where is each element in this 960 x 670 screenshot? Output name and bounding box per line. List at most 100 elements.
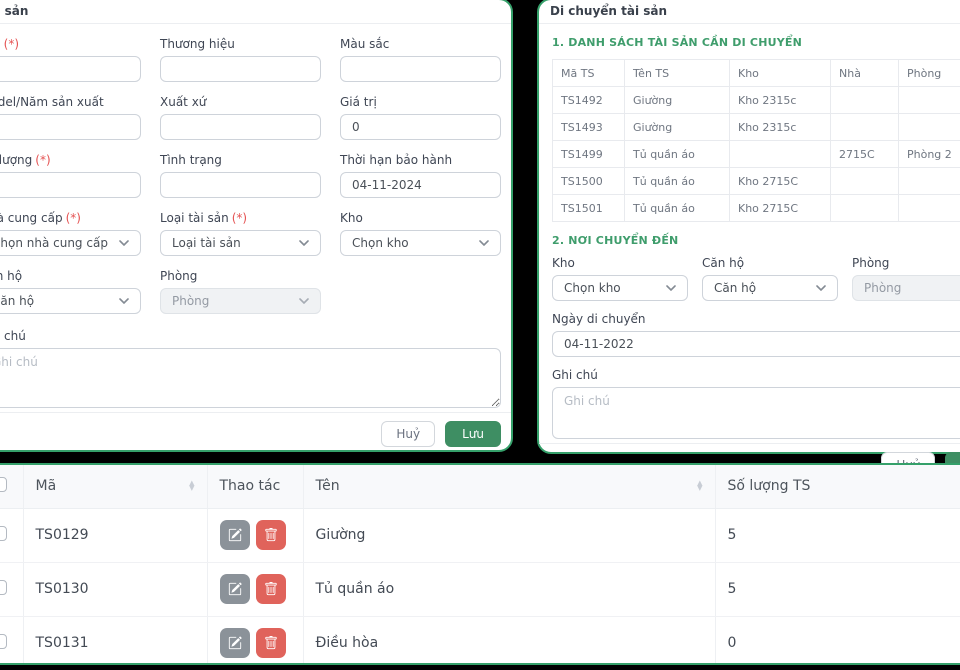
cell-room (898, 194, 960, 222)
table-row: TS1493 Giường Kho 2315c (552, 113, 960, 141)
table-row: TS1501 Tủ quần áo Kho 2715C (552, 194, 960, 222)
cell-building (830, 113, 899, 141)
brand-field: Thương hiệu (160, 24, 321, 82)
col-ma-ts: Mã TS (552, 59, 625, 87)
cell-name: Tủ quần áo (624, 167, 730, 195)
required-mark: (*) (65, 211, 81, 225)
col-name-label: Tên (315, 478, 340, 495)
section2-title: 2. NƠI CHUYỂN ĐẾN (552, 234, 679, 247)
supplier-select[interactable]: Chọn nhà cung cấp (0, 230, 141, 256)
apartment-field: Căn hộ Căn hộ (0, 256, 141, 314)
warehouse-field: Kho Chọn kho (340, 198, 501, 256)
row-checkbox[interactable] (0, 525, 7, 541)
cancel-button[interactable]: Huỷ (381, 421, 436, 447)
model-field: Model/Năm sản xuất (0, 82, 141, 140)
pencil-square-icon (228, 582, 242, 596)
table-row: TS1499 Tủ quần áo 2715C Phòng 2 (552, 140, 960, 168)
move-date-label: Ngày di chuyển (552, 312, 646, 326)
asset-modal-footer: Huỷ Lưu (0, 412, 511, 455)
table-header-row: Mã TS Tên TS Kho Nhà Phòng (552, 59, 960, 87)
name-label: Tên (0, 37, 1, 51)
asset-type-select-value: Loại tài sản (172, 236, 241, 250)
edit-button[interactable] (219, 628, 250, 658)
table-row: TS0130 Tủ quần áo 5 (0, 562, 960, 617)
color-field: Màu sắc (340, 24, 501, 82)
dest-apartment-field: Căn hộ Căn hộ (702, 247, 838, 301)
asset-code-link[interactable]: TS0129 (23, 508, 208, 563)
warehouse-select[interactable]: Chọn kho (340, 230, 501, 256)
row-checkbox[interactable] (0, 579, 7, 595)
required-mark: (*) (35, 153, 51, 167)
delete-button[interactable] (255, 574, 286, 604)
table-row: TS1500 Tủ quần áo Kho 2715C (552, 167, 960, 195)
cell-room: Phòng 2 (898, 140, 960, 168)
sort-icon[interactable]: ▲ ▼ (697, 480, 702, 492)
asset-name: Tủ quần áo (303, 562, 716, 617)
cell-warehouse: Kho 2315c (729, 113, 831, 141)
move-note-field: Ghi chú (552, 367, 960, 443)
move-note-textarea[interactable] (552, 387, 960, 439)
select-all-checkbox[interactable] (0, 476, 7, 492)
chevron-down-icon (119, 298, 129, 304)
cell-code: TS1493 (552, 113, 625, 141)
cell-name: Giường (624, 113, 730, 141)
cell-warehouse: Kho 2715C (729, 194, 831, 222)
apartment-select-value: Căn hộ (0, 294, 35, 308)
dest-apartment-select[interactable]: Căn hộ (702, 275, 838, 301)
required-mark: (*) (231, 211, 248, 225)
col-code-label: Mã (35, 478, 57, 495)
asset-name: Điều hòa (303, 616, 716, 663)
name-input[interactable] (0, 56, 141, 82)
assets-header-row: Mã ▲ ▼ Thao tác Tên ▲ ▼ Số lượng TS (0, 465, 960, 509)
chevron-down-icon (666, 285, 676, 291)
apartment-select[interactable]: Căn hộ (0, 288, 141, 314)
room-label: Phòng (160, 269, 198, 283)
note-textarea[interactable] (0, 348, 501, 408)
cell-room (898, 113, 960, 141)
origin-field: Xuất xứ (160, 82, 321, 140)
asset-qty: 5 (715, 562, 960, 617)
trash-icon (264, 582, 277, 596)
color-input[interactable] (340, 56, 501, 82)
delete-button[interactable] (255, 628, 286, 658)
delete-button[interactable] (255, 520, 286, 550)
row-checkbox[interactable] (0, 633, 7, 649)
room-field: Phòng Phòng (160, 256, 321, 314)
trash-icon (264, 528, 277, 542)
brand-input[interactable] (160, 56, 321, 82)
asset-form-modal: Tài sản Tên(*) Thương hiệu Màu sắc Mod (0, 0, 513, 452)
asset-type-select[interactable]: Loại tài sản (160, 230, 321, 256)
condition-label: Tình trạng (160, 153, 222, 167)
name-field: Tên(*) (0, 24, 141, 82)
chevron-down-icon (299, 240, 309, 246)
color-label: Màu sắc (340, 37, 390, 51)
move-assets-table: Mã TS Tên TS Kho Nhà Phòng TS1492 Giường… (552, 59, 960, 222)
dest-apartment-label: Căn hộ (702, 256, 745, 270)
move-date-input[interactable] (552, 331, 960, 357)
value-field: Giá trị (340, 82, 501, 140)
asset-code-link[interactable]: TS0130 (23, 562, 208, 617)
warranty-label: Thời hạn bảo hành (340, 153, 453, 167)
assets-list-card: Mã ▲ ▼ Thao tác Tên ▲ ▼ Số lượng TS TS0129 (0, 463, 960, 665)
pencil-square-icon (228, 528, 242, 542)
model-input[interactable] (0, 114, 141, 140)
brand-label: Thương hiệu (160, 37, 235, 51)
quantity-input[interactable] (0, 172, 141, 198)
condition-input[interactable] (160, 172, 321, 198)
value-input[interactable] (340, 114, 501, 140)
origin-input[interactable] (160, 114, 321, 140)
save-button[interactable]: Lưu (445, 421, 501, 447)
warehouse-label: Kho (340, 211, 363, 225)
supplier-select-value: Chọn nhà cung cấp (0, 236, 108, 250)
sort-icon[interactable]: ▲ ▼ (189, 480, 194, 492)
move-modal-body: 1. DANH SÁCH TÀI SẢN CẦN DI CHUYỂN Mã TS… (539, 24, 960, 443)
room-select-value: Phòng (172, 294, 210, 308)
edit-button[interactable] (219, 520, 250, 550)
dest-warehouse-select[interactable]: Chọn kho (552, 275, 688, 301)
room-select: Phòng (160, 288, 321, 314)
edit-button[interactable] (219, 574, 250, 604)
col-phong: Phòng (898, 59, 960, 87)
asset-code-link[interactable]: TS0131 (23, 616, 208, 663)
col-ten-ts: Tên TS (624, 59, 730, 87)
warranty-date-input[interactable] (340, 172, 501, 198)
